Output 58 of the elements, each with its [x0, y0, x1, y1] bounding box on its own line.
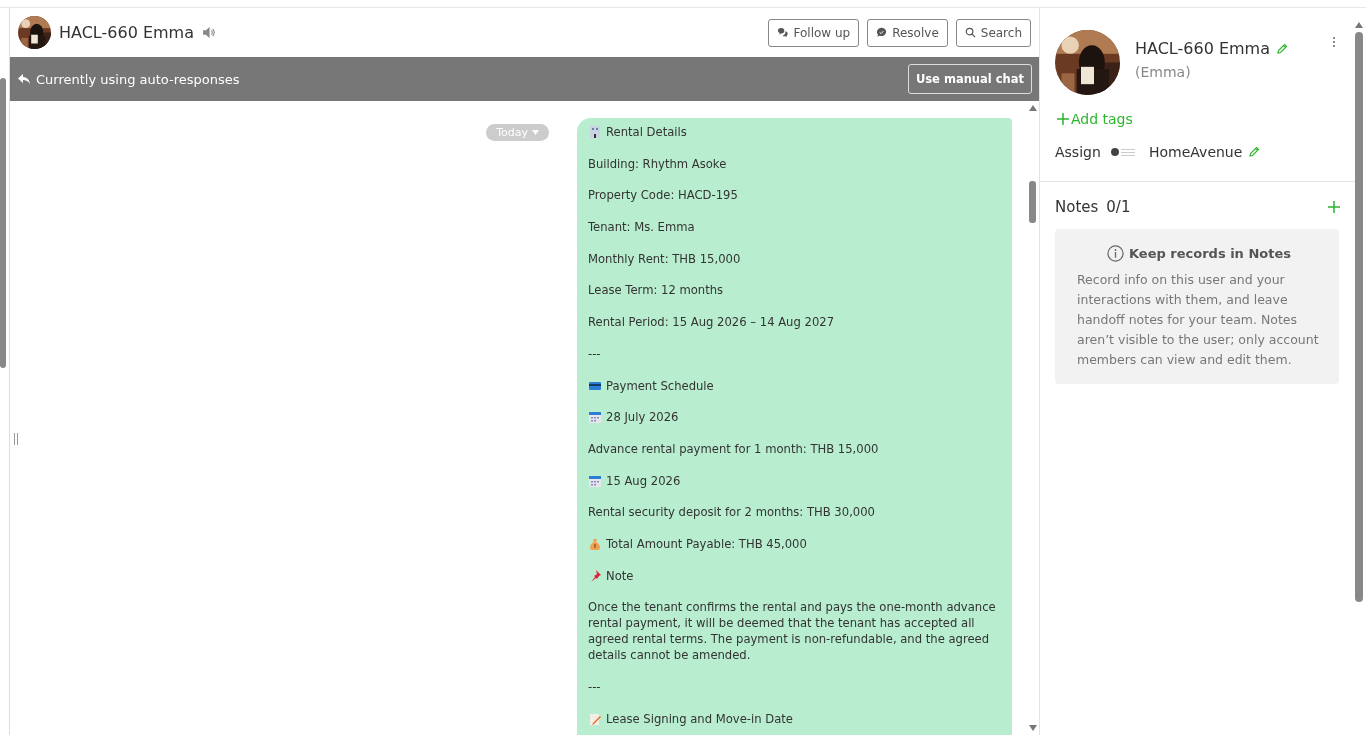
message-line: Building: Rhythm Asoke: [588, 155, 727, 172]
message-line: Total Amount Payable: THB 45,000: [606, 535, 807, 552]
scroll-up-icon[interactable]: [1355, 22, 1363, 28]
message-line: Lease Signing and Move-in Date: [606, 710, 793, 727]
manual-chat-button[interactable]: Use manual chat: [907, 64, 1032, 94]
chat-bubbles-icon: [777, 27, 789, 38]
message-line: Rental Details: [606, 124, 687, 140]
search-button[interactable]: Search: [955, 18, 1031, 47]
building-icon: [588, 125, 602, 139]
assignee-name: HomeAvenue: [1149, 144, 1243, 160]
chat-bubble-icon: [876, 27, 888, 38]
caret-icon: [532, 130, 539, 135]
scrollbar[interactable]: [1029, 181, 1036, 223]
resize-handle[interactable]: [14, 433, 18, 445]
scroll-up-icon[interactable]: [1029, 105, 1037, 111]
message-line: 15 Aug 2026: [606, 472, 681, 489]
chat-title: HACL-660 Emma: [59, 23, 194, 42]
follow-button[interactable]: Follow up: [768, 18, 860, 47]
message-line: Tenant: Ms. Emma: [588, 219, 695, 236]
scroll-down-icon[interactable]: [1029, 725, 1037, 731]
message-line: ---: [588, 679, 601, 695]
more-icon[interactable]: [1332, 36, 1336, 48]
edit-icon[interactable]: [1248, 146, 1261, 158]
resolve-button[interactable]: Resolve: [867, 18, 948, 47]
contact-name: HACL-660 Emma: [1135, 39, 1270, 58]
message-line: Payment Schedule: [606, 377, 714, 394]
calendar-icon: [588, 473, 602, 488]
tip-text: Record info on this user and your interactions with them, and leave handoff notes for your team. Notes aren’t visible to the user; only account members can view and edit them.: [1077, 271, 1320, 369]
contact-nickname: (Emma): [1135, 64, 1192, 80]
plus-icon: [1057, 113, 1069, 125]
scrollbar[interactable]: [1355, 32, 1363, 602]
assign-label: Assign: [1055, 144, 1102, 160]
memo-icon: [588, 711, 602, 726]
speaker-icon[interactable]: [202, 26, 215, 39]
edit-icon[interactable]: [1276, 42, 1288, 55]
calendar-icon: [588, 410, 602, 425]
add-icon[interactable]: [1328, 201, 1340, 213]
notes-count: 0/1: [1106, 198, 1131, 216]
info-icon: [1107, 245, 1124, 262]
message-line: Note: [606, 567, 634, 584]
message-line: 28 July 2026: [606, 409, 679, 426]
scrollbar[interactable]: [0, 78, 6, 368]
message-line: ---: [588, 345, 601, 362]
tip-title: Keep records in Notes: [1129, 246, 1291, 261]
pushpin-icon: [588, 568, 602, 583]
reply-icon: [17, 73, 31, 85]
message-line: Rental Period: 15 Aug 2026 – 14 Aug 2027: [588, 314, 835, 331]
money-bag-icon: [588, 536, 602, 551]
logo-icon: [1111, 147, 1137, 157]
message-line: Monthly Rent: THB 15,000: [588, 250, 741, 267]
notes-title: Notes: [1055, 198, 1099, 216]
message-line: Once the tenant confirms the rental and pays the one-month advance rental payment, it will be deemed that the tenant has accepted all agreed rental terms. The payment is non-refundable, and the agreed details cannot be amended.: [588, 599, 997, 664]
message-line: Rental security deposit for 2 months: THB 30,000: [588, 504, 875, 521]
message-line: Property Code: HACD-195: [588, 187, 738, 204]
search-icon: [964, 27, 976, 38]
message-line: Advance rental payment for 1 month: THB 15,000: [588, 440, 879, 457]
message-line: Lease Term: 12 months: [588, 282, 724, 299]
auto-response-status: Currently using auto-responses: [17, 71, 240, 87]
